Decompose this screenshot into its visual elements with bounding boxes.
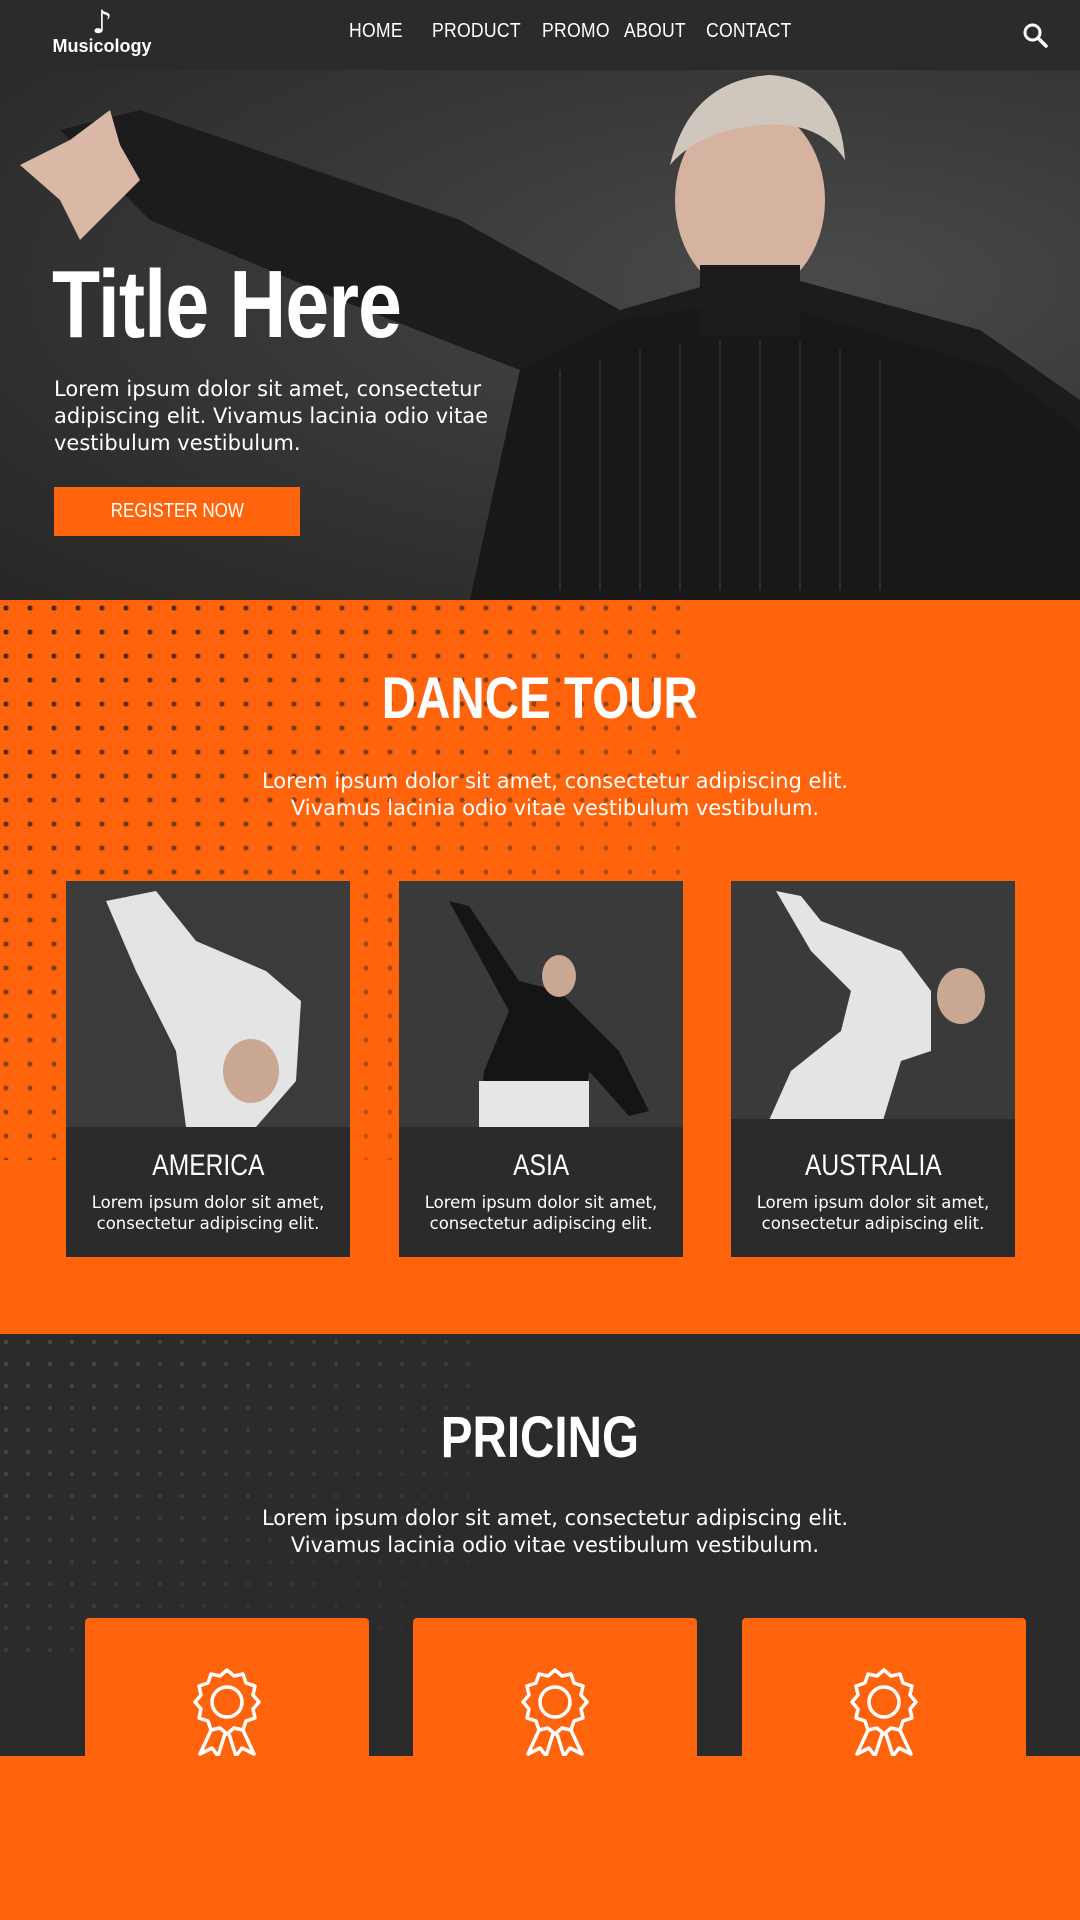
dance-tour-title: DANCE TOUR	[381, 666, 699, 731]
dance-tour-section: DANCE TOUR Lorem ipsum dolor sit amet, c…	[0, 600, 1080, 1334]
register-now-label: REGISTER NOW	[110, 500, 244, 522]
card-description: Lorem ipsum dolor sit amet, consectetur …	[91, 1193, 325, 1233]
top-nav: ♪ Musicology HOME PRODUCT PROMO ABOUT CO…	[0, 0, 1080, 70]
price-card-2[interactable]	[413, 1618, 697, 1756]
nav-promo[interactable]: PROMO	[542, 20, 610, 43]
tour-card-asia[interactable]: ASIA Lorem ipsum dolor sit amet, consect…	[399, 881, 683, 1257]
brand-logo[interactable]: ♪ Musicology	[52, 6, 152, 62]
nav-home[interactable]: HOME	[349, 20, 403, 43]
dancer-photo	[66, 881, 350, 1127]
award-badge-icon	[850, 1668, 918, 1756]
price-card-3[interactable]	[742, 1618, 1026, 1756]
award-badge-icon	[193, 1668, 261, 1756]
dot-pattern-decoration	[0, 1334, 480, 1664]
pricing-title: PRICING	[440, 1405, 640, 1470]
pricing-text-line2: Vivamus lacinia odio vitae vestibulum ve…	[290, 1533, 820, 1557]
dancer-photo	[731, 881, 1015, 1127]
dance-tour-text-line1: Lorem ipsum dolor sit amet, consectetur …	[261, 769, 849, 793]
card-description: Lorem ipsum dolor sit amet, consectetur …	[756, 1193, 990, 1233]
nav-contact[interactable]: CONTACT	[706, 20, 792, 43]
brand-name: Musicology	[52, 36, 152, 56]
search-icon[interactable]	[1022, 22, 1048, 48]
hero-section: Title Here Lorem ipsum dolor sit amet, c…	[0, 70, 1080, 600]
tour-card-australia[interactable]: AUSTRALIA Lorem ipsum dolor sit amet, co…	[731, 881, 1015, 1257]
card-title: ASIA	[512, 1149, 570, 1182]
pricing-section: PRICING Lorem ipsum dolor sit amet, cons…	[0, 1334, 1080, 1756]
hero-description: Lorem ipsum dolor sit amet, consectetur …	[54, 377, 489, 455]
price-card-1[interactable]	[85, 1618, 369, 1756]
tour-card-america[interactable]: AMERICA Lorem ipsum dolor sit amet, cons…	[66, 881, 350, 1257]
hero-title: Title Here	[52, 251, 402, 358]
nav-about[interactable]: ABOUT	[624, 20, 686, 43]
pricing-text-line1: Lorem ipsum dolor sit amet, consectetur …	[261, 1506, 849, 1530]
nav-product[interactable]: PRODUCT	[432, 20, 521, 43]
dance-tour-text-line2: Vivamus lacinia odio vitae vestibulum ve…	[290, 796, 820, 820]
card-title: AMERICA	[151, 1149, 265, 1182]
footer-band	[0, 1756, 1080, 1920]
award-badge-icon	[521, 1668, 589, 1756]
register-now-button[interactable]: REGISTER NOW	[54, 487, 300, 536]
card-description: Lorem ipsum dolor sit amet, consectetur …	[424, 1193, 658, 1233]
card-title: AUSTRALIA	[804, 1149, 942, 1182]
dancer-photo	[399, 881, 683, 1127]
